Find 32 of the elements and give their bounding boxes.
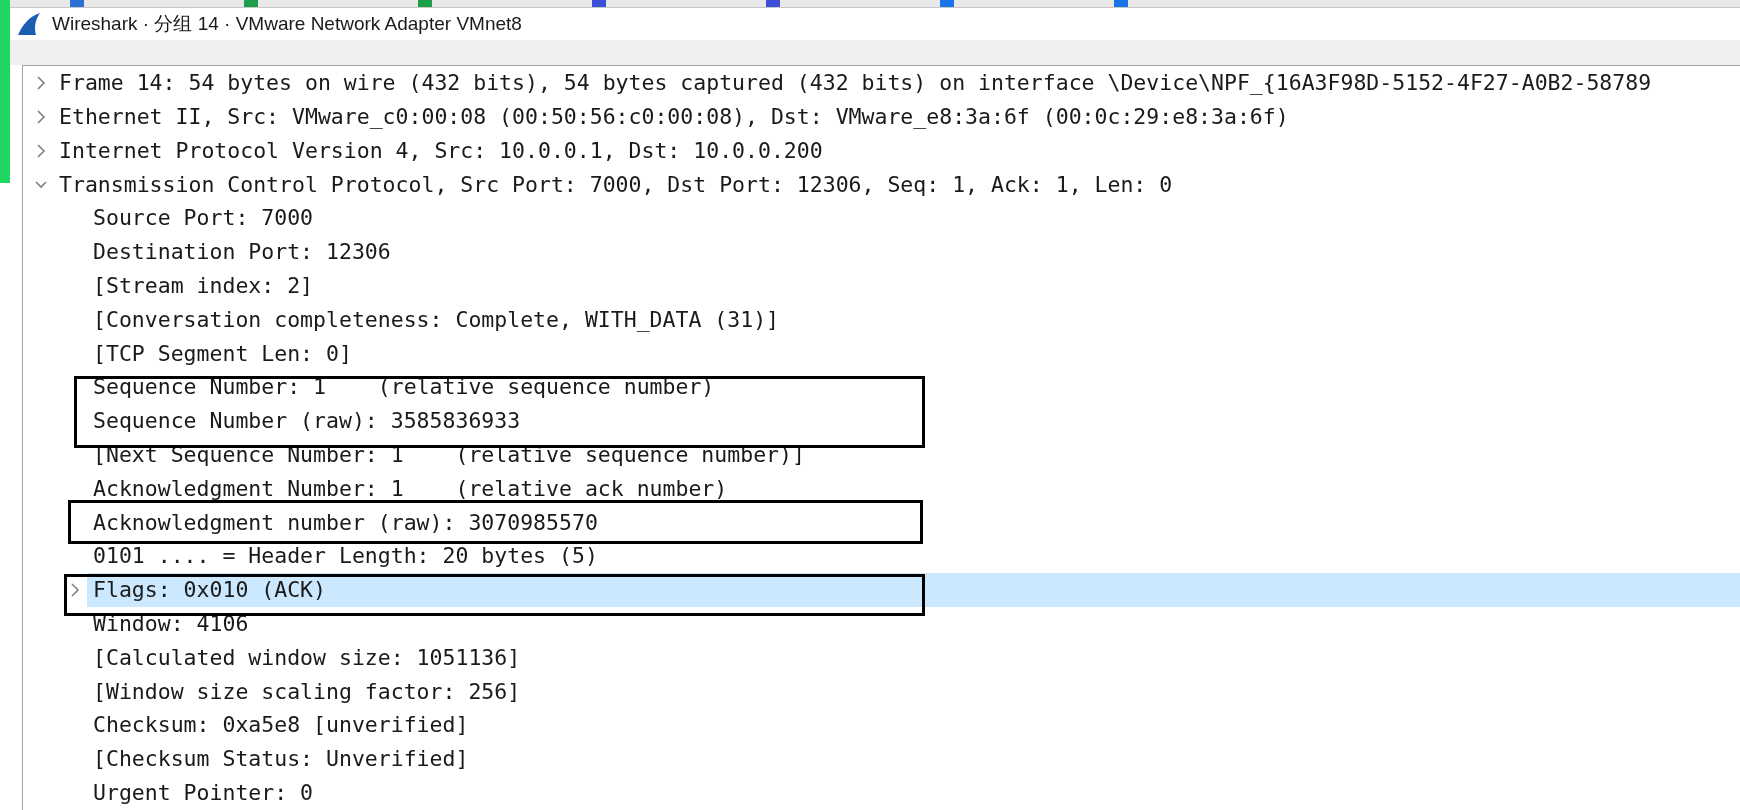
expand-caret-icon[interactable] xyxy=(35,143,47,158)
tab-icon[interactable] xyxy=(940,0,954,7)
shark-fin-icon xyxy=(16,11,42,36)
tree-item[interactable]: Transmission Control Protocol, Src Port: 7000, Dst Port: 12306, Seq: 1, Ack: 1, Len: 0 xyxy=(53,167,1740,202)
tree-item[interactable]: [Conversation completeness: Complete, WITH_DATA (31)] xyxy=(87,303,1740,337)
expand-caret-icon[interactable] xyxy=(35,110,47,125)
tree-item[interactable]: Source Port: 7000 xyxy=(87,201,1740,236)
tree-item[interactable]: Destination Port: 12306 xyxy=(87,235,1740,270)
tree-item[interactable]: [Calculated window size: 1051136] xyxy=(87,641,1740,675)
window-title: Wireshark · 分组 14 · VMware Network Adapter VMnet8 xyxy=(52,11,522,36)
tree-item[interactable]: Acknowledgment number (raw): 3070985570 xyxy=(87,505,1740,540)
tree-item[interactable]: Flags: 0x010 (ACK) xyxy=(87,573,1740,608)
tab-icon[interactable] xyxy=(244,0,258,7)
tree-item[interactable]: Checksum: 0xa5e8 [unverified] xyxy=(87,708,1740,743)
tab-icon[interactable] xyxy=(70,0,84,7)
tree-item[interactable]: Ethernet II, Src: VMware_c0:00:08 (00:50:56:c0:00:08), Dst: VMware_e8:3a:6f (00:0c:29:e8:3a:6f) xyxy=(53,100,1740,135)
tree-item[interactable]: Sequence Number (raw): 3585836933 xyxy=(87,404,1740,439)
expand-caret-icon[interactable] xyxy=(35,76,47,91)
expand-caret-icon[interactable] xyxy=(69,583,81,598)
tree-item[interactable]: Urgent Pointer: 0 xyxy=(87,776,1740,810)
tab-icon[interactable] xyxy=(592,0,606,7)
tree-item[interactable]: [Stream index: 2] xyxy=(87,269,1740,304)
tree-item[interactable]: [Checksum Status: Unverified] xyxy=(87,742,1740,777)
tab-icon[interactable] xyxy=(1114,0,1128,7)
tab-icon[interactable] xyxy=(418,0,432,7)
tab-icon[interactable] xyxy=(766,0,780,7)
tree-item[interactable]: Acknowledgment Number: 1 (relative ack number) xyxy=(87,472,1740,506)
tree-item[interactable]: 0101 .... = Header Length: 20 bytes (5) xyxy=(87,539,1740,574)
tree-item[interactable]: [Window size scaling factor: 256] xyxy=(87,674,1740,709)
tree-item[interactable]: Frame 14: 54 bytes on wire (432 bits), 54 bytes captured (432 bits) on interface \Device\NPF_{16A3F98D-5152-4F27-A0B2-58789 xyxy=(53,66,1740,101)
tree-item[interactable]: [TCP Segment Len: 0] xyxy=(87,336,1740,371)
tree-item[interactable]: Internet Protocol Version 4, Src: 10.0.0.1, Dst: 10.0.0.200 xyxy=(53,134,1740,168)
